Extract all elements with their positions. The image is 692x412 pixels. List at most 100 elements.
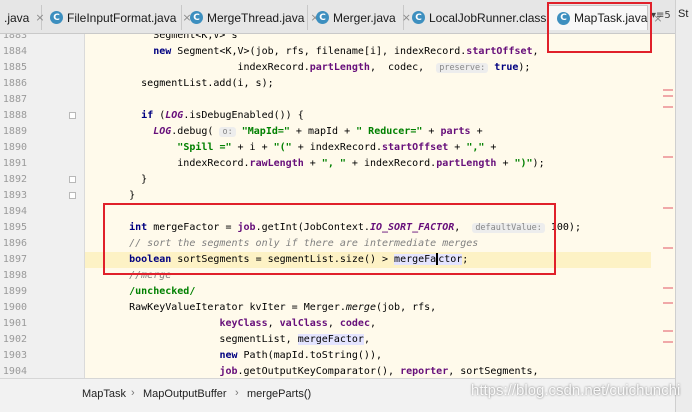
code-token: job <box>237 222 256 233</box>
code-token: /unchecked/ <box>129 286 196 297</box>
code-token: ctor <box>438 254 463 265</box>
error-stripe-mark[interactable] <box>663 95 673 97</box>
fold-marker-icon[interactable] <box>69 176 76 183</box>
code-token: (job, rfs, <box>375 302 437 313</box>
code-line[interactable]: new Segment<K,V>(job, rfs, filename[i], … <box>85 44 651 60</box>
line-number: 1900 <box>2 302 27 313</box>
code-line[interactable] <box>85 92 651 108</box>
error-stripe-mark[interactable] <box>663 330 673 332</box>
breadcrumb: MapTask › MapOutputBuffer › mergeParts() <box>0 378 675 412</box>
code-token: Path(mapId.toString()), <box>237 350 382 361</box>
error-stripe-mark[interactable] <box>663 302 673 304</box>
error-stripe-mark[interactable] <box>663 287 673 289</box>
line-number: 1891 <box>2 158 27 169</box>
code-token: //merge <box>93 270 172 281</box>
code-line[interactable]: //merge <box>85 268 651 284</box>
tab-mergethread[interactable]: C MergeThread.java × <box>182 5 320 30</box>
structure-tool-label[interactable]: St <box>678 8 688 20</box>
code-token: startOffset <box>466 46 533 57</box>
code-line[interactable]: if (LOG.isDebugEnabled()) { <box>85 108 651 124</box>
code-token: ( <box>153 110 166 121</box>
code-line[interactable]: "Spill =" + i + "(" + indexRecord.startO… <box>85 140 651 156</box>
error-stripe-mark[interactable] <box>663 341 673 343</box>
code-token: true <box>494 62 519 73</box>
code-token: "(" <box>273 142 292 153</box>
tab-fileinputformat[interactable]: C FileInputFormat.java × <box>42 5 192 30</box>
class-icon: C <box>412 11 425 24</box>
code-token: new <box>153 46 172 57</box>
line-number: 1896 <box>2 238 27 249</box>
tab-overflow-menu[interactable]: ▾≡5 <box>651 10 671 21</box>
code-line[interactable]: boolean sortSegments = segmentList.size(… <box>85 252 651 268</box>
code-line[interactable]: // sort the segments only if there are i… <box>85 236 651 252</box>
code-token: LOG <box>153 126 172 137</box>
code-token: job <box>219 366 238 377</box>
error-stripe-mark[interactable] <box>663 207 673 209</box>
code-token: Segment<K,V> s <box>93 34 238 41</box>
code-token: , <box>532 46 539 57</box>
tab-maptask[interactable]: C MapTask.java × <box>548 5 663 30</box>
line-number: 1884 <box>2 46 27 57</box>
fold-marker-icon[interactable] <box>69 112 76 119</box>
code-line[interactable]: new Path(mapId.toString()), <box>85 348 651 364</box>
code-token: 100); <box>544 222 581 233</box>
structure-tool-window-strip[interactable]: St <box>675 0 692 412</box>
code-editor[interactable]: Segment<K,V> s new Segment<K,V>(job, rfs… <box>85 34 651 378</box>
code-line[interactable]: } <box>85 188 651 204</box>
error-stripe[interactable] <box>660 34 674 378</box>
breadcrumb-inner-class[interactable]: MapOutputBuffer <box>143 388 227 400</box>
line-number: 1894 <box>2 206 27 217</box>
code-token: , <box>267 318 280 329</box>
tab-localjobrunner[interactable]: C LocalJobRunner.class × <box>404 5 562 30</box>
code-token: LOG <box>165 110 184 121</box>
error-stripe-mark[interactable] <box>663 247 673 249</box>
tab-partial-java[interactable]: .java × <box>0 5 45 30</box>
code-token: // sort the segments only if there are i… <box>93 238 479 249</box>
tab-label: LocalJobRunner.class <box>429 10 547 25</box>
error-stripe-mark[interactable] <box>663 156 673 158</box>
error-stripe-mark[interactable] <box>663 106 673 108</box>
code-line[interactable]: keyClass, valClass, codec, <box>85 316 651 332</box>
code-line[interactable] <box>85 204 651 220</box>
tab-merger[interactable]: C Merger.java × <box>308 5 411 30</box>
line-number-gutter: 1883 1884 1885 1886 1887 1888 1889 1890 1891 1892… <box>0 34 85 378</box>
error-stripe-mark[interactable] <box>663 89 673 91</box>
code-token: boolean <box>129 254 172 265</box>
code-token: .getOutputKeyComparator(), <box>237 366 401 377</box>
code-line[interactable]: int mergeFactor = job.getInt(JobContext.… <box>85 220 651 236</box>
code-line[interactable]: indexRecord.rawLength + ", " + indexReco… <box>85 156 651 172</box>
code-token: .getInt(JobContext. <box>255 222 370 233</box>
fold-marker-icon[interactable] <box>69 192 76 199</box>
code-token: rawLength <box>249 158 304 169</box>
code-line[interactable]: Segment<K,V> s <box>85 34 651 44</box>
line-number: 1899 <box>2 286 27 297</box>
code-token: ); <box>518 62 531 73</box>
breadcrumb-method[interactable]: mergeParts() <box>247 388 311 400</box>
code-token: ")" <box>514 158 533 169</box>
code-line[interactable]: RawKeyValueIterator kvIter = Merger.merg… <box>85 300 651 316</box>
code-token: segmentList, <box>93 334 298 345</box>
code-token: + mapId + <box>289 126 357 137</box>
code-line[interactable]: } <box>85 172 651 188</box>
class-icon: C <box>557 11 570 25</box>
code-line[interactable]: indexRecord.partLength, codec, preserve:… <box>85 60 651 76</box>
code-token: parts <box>440 126 471 137</box>
code-line[interactable]: /unchecked/ <box>85 284 651 300</box>
code-token: , <box>363 334 370 345</box>
code-line[interactable]: segmentList, mergeFactor, <box>85 332 651 348</box>
code-token: } <box>93 174 148 185</box>
line-number: 1890 <box>2 142 27 153</box>
code-line[interactable]: segmentList.add(i, s); <box>85 76 651 92</box>
line-number: 1895 <box>2 222 27 233</box>
code-token: mergeFa <box>394 254 437 265</box>
breadcrumb-class[interactable]: MapTask <box>82 388 126 400</box>
line-number: 1886 <box>2 78 27 89</box>
code-line[interactable]: LOG.debug( o: "MapId=" + mapId + " Reduc… <box>85 124 651 140</box>
code-token: , <box>369 318 377 329</box>
code-line[interactable]: job.getOutputKeyComparator(), reporter, … <box>85 364 651 378</box>
